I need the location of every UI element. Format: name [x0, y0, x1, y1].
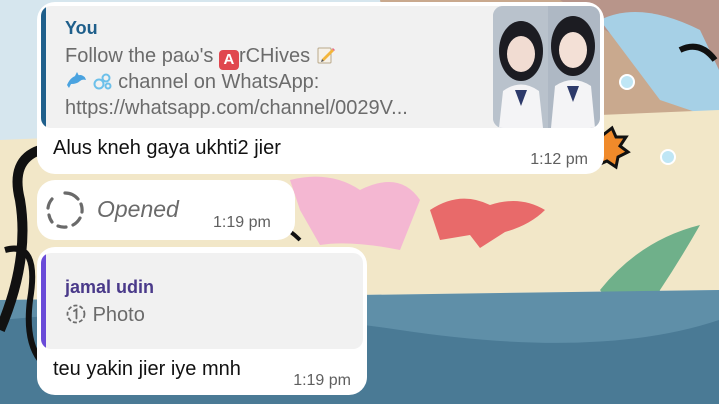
- reply-thumbnail-image[interactable]: [493, 6, 600, 128]
- reply-preview-line-2: channel on WhatsApp:: [65, 70, 319, 94]
- message-timestamp: 1:12 pm: [530, 151, 588, 168]
- reply-preview-line-1-text: Follow the paω's: [65, 45, 214, 67]
- view-once-photo-icon: [65, 304, 93, 326]
- reply-preview-line: Photo: [65, 303, 145, 327]
- reply-preview-line-2-text: channel on WhatsApp:: [118, 71, 320, 93]
- reply-sender-name: You: [65, 18, 98, 38]
- reply-preview-text: Photo: [92, 304, 145, 326]
- letter-a-emoji: A: [218, 50, 239, 70]
- reply-preview-line-1-rest: rCHives: [238, 45, 311, 67]
- message-timestamp: 1:19 pm: [293, 372, 351, 389]
- message-timestamp: 1:19 pm: [213, 214, 271, 231]
- message-bubble-2[interactable]: Opened 1:19 pm: [37, 180, 295, 240]
- photo-thumbnail: [493, 6, 600, 128]
- reply-preview-line-3: https://whatsapp.com/channel/0029V...: [65, 97, 408, 119]
- message-text: Alus kneh gaya ukhti2 jier: [53, 137, 281, 159]
- memo-icon: [316, 45, 336, 67]
- message-text: teu yakin jier iye mnh: [53, 358, 241, 380]
- reply-quote-3[interactable]: jamal udin Photo: [41, 253, 363, 349]
- opened-status-text: Opened: [97, 196, 179, 222]
- reply-quote-accent: [41, 253, 46, 349]
- reply-sender-name: jamal udin: [65, 277, 155, 297]
- message-bubble-3[interactable]: jamal udin Photo teu yakin jier iye mnh …: [37, 247, 367, 395]
- message-bubble-1[interactable]: You Follow the paω's ArCHives channel on…: [37, 2, 604, 174]
- reply-quote-accent: [41, 6, 46, 128]
- dolphin-icon: [65, 71, 93, 93]
- reply-preview-line-1: Follow the paω's ArCHives: [65, 44, 336, 70]
- bubbles-icon: [93, 71, 119, 93]
- reply-quote-1[interactable]: You Follow the paω's ArCHives channel on…: [41, 6, 600, 128]
- view-once-icon: [45, 190, 85, 235]
